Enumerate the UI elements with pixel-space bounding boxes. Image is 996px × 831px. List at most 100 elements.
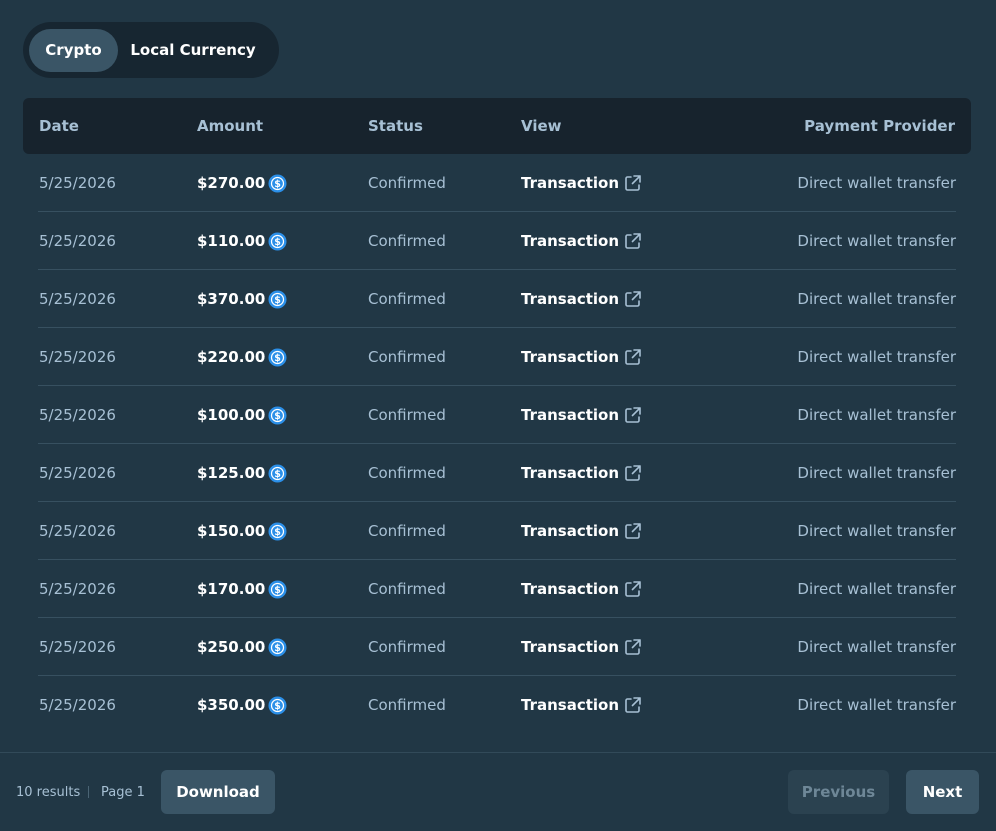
date-text: 5/25/2026 — [39, 696, 116, 714]
date-text: 5/25/2026 — [39, 522, 116, 540]
transaction-link[interactable]: Transaction — [521, 502, 642, 560]
transaction-link[interactable]: Transaction — [521, 676, 642, 734]
column-payment-provider: Payment Provider — [804, 117, 955, 135]
next-button[interactable]: Next — [906, 770, 979, 814]
external-link-icon — [625, 291, 641, 307]
cell-date: 5/25/2026 — [39, 154, 116, 212]
cell-payment-provider: Direct wallet transfer — [797, 618, 956, 676]
usdc-coin-icon: $ — [268, 231, 287, 251]
cell-date: 5/25/2026 — [39, 676, 116, 734]
table-row: 5/25/2026 $350.00 $ Confirmed Transactio… — [38, 676, 956, 734]
svg-text:$: $ — [275, 526, 282, 537]
table-row: 5/25/2026 $125.00 $ Confirmed Transactio… — [38, 444, 956, 502]
cell-amount: $270.00 $ — [197, 154, 287, 212]
cell-amount: $100.00 $ — [197, 386, 287, 444]
page-indicator: Page 1 — [101, 784, 145, 800]
cell-date: 5/25/2026 — [39, 212, 116, 270]
table-row: 5/25/2026 $270.00 $ Confirmed Transactio… — [38, 154, 956, 212]
usdc-coin-icon: $ — [268, 405, 287, 425]
cell-date: 5/25/2026 — [39, 618, 116, 676]
currency-toggle: Crypto Local Currency — [23, 22, 279, 78]
view-text: Transaction — [521, 522, 620, 540]
view-text: Transaction — [521, 580, 620, 598]
amount-text: $170.00 — [197, 580, 266, 598]
svg-text:$: $ — [275, 352, 282, 363]
view-text: Transaction — [521, 696, 620, 714]
cell-payment-provider: Direct wallet transfer — [797, 154, 956, 212]
amount-text: $125.00 — [197, 464, 266, 482]
download-button[interactable]: Download — [161, 770, 275, 814]
cell-payment-provider: Direct wallet transfer — [797, 328, 956, 386]
transaction-link[interactable]: Transaction — [521, 560, 642, 618]
cell-amount: $350.00 $ — [197, 676, 287, 734]
cell-amount: $250.00 $ — [197, 618, 287, 676]
cell-payment-provider: Direct wallet transfer — [797, 212, 956, 270]
amount-text: $250.00 — [197, 638, 266, 656]
date-text: 5/25/2026 — [39, 348, 116, 366]
date-text: 5/25/2026 — [39, 174, 116, 192]
cell-status: Confirmed — [368, 444, 446, 502]
table-row: 5/25/2026 $250.00 $ Confirmed Transactio… — [38, 618, 956, 676]
status-text: Confirmed — [368, 174, 446, 192]
cell-payment-provider: Direct wallet transfer — [797, 502, 956, 560]
status-text: Confirmed — [368, 638, 446, 656]
transaction-link[interactable]: Transaction — [521, 154, 642, 212]
cell-payment-provider: Direct wallet transfer — [797, 560, 956, 618]
transaction-link[interactable]: Transaction — [521, 270, 642, 328]
cell-status: Confirmed — [368, 154, 446, 212]
cell-payment-provider: Direct wallet transfer — [797, 676, 956, 734]
previous-button[interactable]: Previous — [788, 770, 889, 814]
external-link-icon — [625, 639, 641, 655]
svg-text:$: $ — [275, 468, 282, 479]
status-text: Confirmed — [368, 290, 446, 308]
toggle-crypto[interactable]: Crypto — [29, 28, 118, 72]
external-link-icon — [625, 233, 641, 249]
amount-text: $370.00 — [197, 290, 266, 308]
provider-text: Direct wallet transfer — [797, 696, 956, 714]
cell-date: 5/25/2026 — [39, 560, 116, 618]
toggle-local-currency[interactable]: Local Currency — [118, 29, 268, 72]
status-text: Confirmed — [368, 232, 446, 250]
cell-status: Confirmed — [368, 386, 446, 444]
usdc-coin-icon: $ — [268, 463, 287, 483]
external-link-icon — [625, 465, 641, 481]
footer-divider — [0, 752, 996, 753]
provider-text: Direct wallet transfer — [797, 290, 956, 308]
transaction-link[interactable]: Transaction — [521, 618, 642, 676]
provider-text: Direct wallet transfer — [797, 638, 956, 656]
external-link-icon — [625, 697, 641, 713]
transaction-link[interactable]: Transaction — [521, 444, 642, 502]
amount-text: $100.00 — [197, 406, 266, 424]
cell-status: Confirmed — [368, 560, 446, 618]
view-text: Transaction — [521, 464, 620, 482]
cell-date: 5/25/2026 — [39, 444, 116, 502]
usdc-coin-icon: $ — [268, 521, 287, 541]
cell-date: 5/25/2026 — [39, 270, 116, 328]
date-text: 5/25/2026 — [39, 580, 116, 598]
provider-text: Direct wallet transfer — [797, 174, 956, 192]
external-link-icon — [625, 523, 641, 539]
usdc-coin-icon: $ — [268, 695, 287, 715]
provider-text: Direct wallet transfer — [797, 406, 956, 424]
provider-text: Direct wallet transfer — [797, 580, 956, 598]
usdc-coin-icon: $ — [268, 289, 287, 309]
transaction-link[interactable]: Transaction — [521, 328, 642, 386]
table-row: 5/25/2026 $110.00 $ Confirmed Transactio… — [38, 212, 956, 270]
date-text: 5/25/2026 — [39, 406, 116, 424]
usdc-coin-icon: $ — [268, 347, 287, 367]
table-row: 5/25/2026 $370.00 $ Confirmed Transactio… — [38, 270, 956, 328]
cell-amount: $110.00 $ — [197, 212, 287, 270]
column-view: View — [521, 117, 562, 135]
table-row: 5/25/2026 $220.00 $ Confirmed Transactio… — [38, 328, 956, 386]
date-text: 5/25/2026 — [39, 232, 116, 250]
provider-text: Direct wallet transfer — [797, 348, 956, 366]
cell-payment-provider: Direct wallet transfer — [797, 386, 956, 444]
svg-text:$: $ — [275, 410, 282, 421]
transaction-link[interactable]: Transaction — [521, 212, 642, 270]
cell-status: Confirmed — [368, 270, 446, 328]
status-text: Confirmed — [368, 464, 446, 482]
transaction-link[interactable]: Transaction — [521, 386, 642, 444]
cell-amount: $125.00 $ — [197, 444, 287, 502]
svg-text:$: $ — [275, 584, 282, 595]
cell-amount: $150.00 $ — [197, 502, 287, 560]
